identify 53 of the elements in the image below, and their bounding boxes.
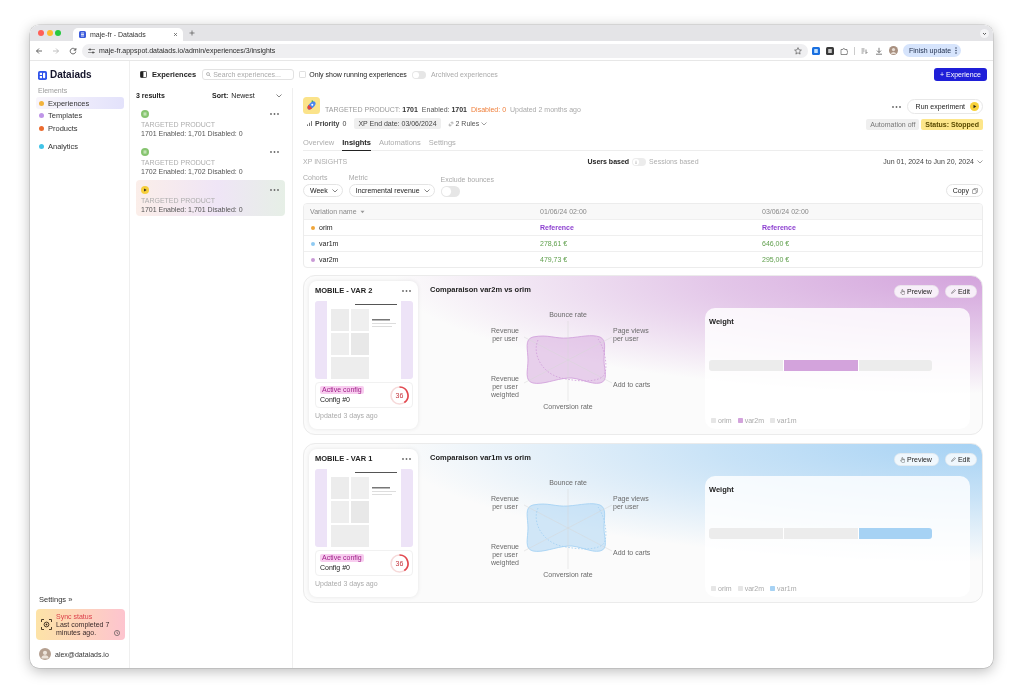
play-icon	[970, 102, 979, 111]
pencil-icon	[950, 289, 956, 294]
tile-icon[interactable]	[826, 46, 834, 55]
scan-icon	[41, 619, 52, 630]
hand-icon	[900, 456, 906, 463]
toggle-switch[interactable]	[440, 186, 460, 197]
panel-icon[interactable]	[140, 71, 147, 78]
link-icon	[447, 120, 454, 127]
chevron-down-icon	[276, 93, 282, 98]
chevron-down-icon	[977, 159, 983, 164]
more-icon	[955, 47, 958, 54]
reference-outline	[535, 506, 607, 550]
clock-icon	[114, 629, 120, 636]
pencil-icon	[950, 457, 956, 462]
copy-icon	[972, 187, 978, 194]
search-icon	[206, 72, 212, 77]
sort-caret-icon[interactable]	[359, 209, 365, 214]
signal-icon	[307, 121, 312, 126]
close-icon[interactable]	[173, 32, 178, 37]
logo-icon	[38, 70, 47, 80]
avatar-icon[interactable]	[889, 46, 898, 55]
tile-icon[interactable]	[812, 46, 820, 55]
reload-icon[interactable]	[69, 46, 77, 55]
rocket-icon	[303, 97, 320, 114]
puzzle-icon[interactable]	[840, 46, 848, 55]
reference-outline	[535, 338, 607, 382]
logo-icon	[79, 31, 86, 38]
chevron-down-icon	[423, 188, 430, 193]
more-icon[interactable]	[891, 105, 901, 108]
logo-text: Dataiads	[50, 70, 92, 80]
star-icon[interactable]	[794, 46, 802, 55]
ring-icon	[390, 553, 409, 573]
hand-icon	[900, 288, 906, 295]
zoom-window-icon[interactable]	[55, 30, 61, 36]
avatar-icon[interactable]	[39, 648, 51, 660]
toggle-switch[interactable]	[411, 70, 426, 79]
chevron-down-icon	[331, 188, 338, 193]
back-arrow-icon[interactable]	[35, 46, 43, 55]
pause-icon	[141, 110, 149, 118]
download-icon[interactable]	[875, 46, 883, 55]
checkbox[interactable]	[299, 71, 307, 78]
ring-icon	[390, 385, 409, 405]
sliders-icon[interactable]	[88, 47, 95, 54]
more-icon[interactable]	[402, 289, 411, 292]
chevron-down-icon	[481, 121, 488, 126]
pause-icon	[141, 148, 149, 156]
close-window-icon[interactable]	[38, 30, 44, 36]
chevron-down-icon[interactable]	[980, 28, 989, 38]
more-icon[interactable]	[402, 457, 411, 460]
play-icon	[141, 186, 149, 194]
toggle-switch[interactable]	[632, 157, 647, 166]
list-icon[interactable]	[861, 46, 869, 55]
plus-icon[interactable]	[189, 30, 195, 36]
